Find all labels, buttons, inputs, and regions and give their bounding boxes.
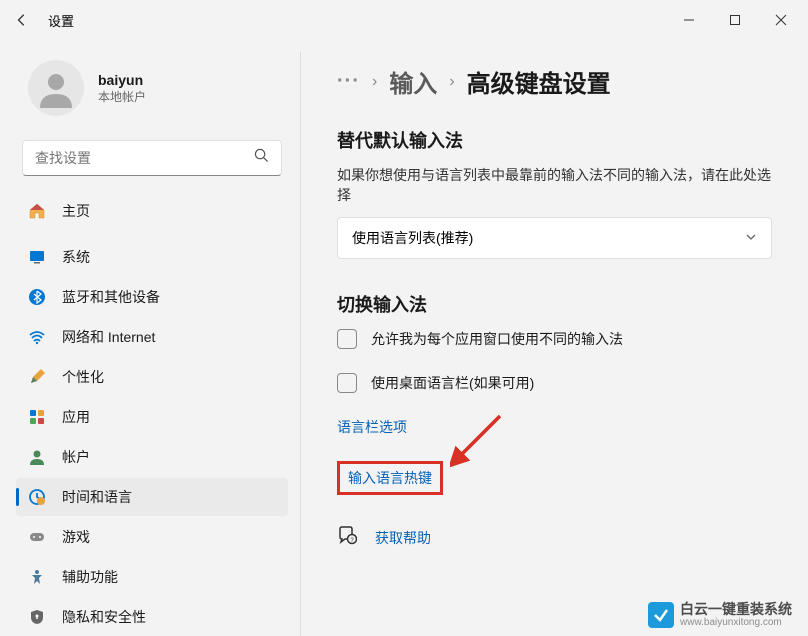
time-lang-icon [28, 488, 46, 506]
nav-label: 个性化 [62, 367, 104, 387]
checkbox[interactable] [337, 329, 357, 349]
default-ime-select[interactable]: 使用语言列表(推荐) [337, 217, 772, 259]
accessibility-icon [28, 568, 46, 586]
bluetooth-icon [28, 288, 46, 306]
nav-personalize[interactable]: 个性化 [16, 358, 288, 396]
avatar [28, 60, 84, 116]
nav-label: 隐私和安全性 [62, 607, 146, 627]
nav-label: 蓝牙和其他设备 [62, 287, 160, 307]
nav-label: 主页 [62, 201, 90, 221]
accounts-icon [28, 448, 46, 466]
home-icon [28, 202, 46, 220]
watermark: 白云一键重装系统 www.baiyunxitong.com [648, 602, 792, 628]
nav-label: 网络和 Internet [62, 327, 155, 347]
chevron-down-icon [745, 230, 757, 246]
nav-label: 游戏 [62, 527, 90, 547]
nav-time-language[interactable]: 时间和语言 [16, 478, 288, 516]
breadcrumb-current: 高级键盘设置 [467, 64, 611, 99]
nav-accessibility[interactable]: 辅助功能 [16, 558, 288, 596]
search-input[interactable] [35, 150, 254, 166]
watermark-title: 白云一键重装系统 [680, 602, 792, 617]
search-box[interactable] [22, 140, 282, 176]
window-controls [666, 4, 804, 36]
chevron-right-icon: › [449, 73, 454, 91]
nav-apps[interactable]: 应用 [16, 398, 288, 436]
nav-privacy[interactable]: 隐私和安全性 [16, 598, 288, 636]
help-row[interactable]: ? 获取帮助 [337, 525, 772, 550]
nav-label: 时间和语言 [62, 487, 132, 507]
link-label: 输入语言热键 [348, 468, 432, 488]
system-icon [28, 248, 46, 266]
user-name: baiyun [98, 72, 146, 88]
personalize-icon [28, 368, 46, 386]
watermark-icon [648, 602, 674, 628]
watermark-url: www.baiyunxitong.com [680, 617, 792, 628]
app-title: 设置 [48, 11, 74, 30]
privacy-icon [28, 608, 46, 626]
gaming-icon [28, 528, 46, 546]
nav-list: 主页 系统 蓝牙和其他设备 网络和 Internet 个性化 应用 [16, 192, 288, 636]
language-bar-options-link[interactable]: 语言栏选项 [337, 417, 772, 437]
nav-gaming[interactable]: 游戏 [16, 518, 288, 556]
select-value: 使用语言列表(推荐) [352, 228, 473, 248]
network-icon [28, 328, 46, 346]
nav-home[interactable]: 主页 [16, 192, 288, 230]
close-button[interactable] [758, 4, 804, 36]
user-sub: 本地帐户 [98, 88, 146, 105]
breadcrumb: ··· › 输入 › 高级键盘设置 [337, 64, 772, 99]
nav-bluetooth[interactable]: 蓝牙和其他设备 [16, 278, 288, 316]
help-link-label: 获取帮助 [375, 528, 431, 548]
nav-label: 系统 [62, 247, 90, 267]
user-section[interactable]: baiyun 本地帐户 [16, 40, 288, 140]
breadcrumb-overflow[interactable]: ··· [337, 70, 360, 93]
override-desc: 如果你想使用与语言列表中最靠前的输入法不同的输入法，请在此处选择 [337, 165, 772, 205]
check-desktop-langbar[interactable]: 使用桌面语言栏(如果可用) [337, 373, 772, 393]
minimize-button[interactable] [666, 4, 712, 36]
sidebar: baiyun 本地帐户 主页 系统 蓝牙和其他设备 网 [0, 40, 300, 636]
switch-title: 切换输入法 [337, 291, 772, 317]
help-icon: ? [337, 525, 357, 550]
maximize-button[interactable] [712, 4, 758, 36]
nav-label: 应用 [62, 407, 90, 427]
nav-label: 辅助功能 [62, 567, 118, 587]
check-label: 允许我为每个应用窗口使用不同的输入法 [371, 329, 623, 349]
input-language-hotkey-link[interactable]: 输入语言热键 [337, 461, 443, 495]
search-icon [254, 148, 269, 168]
back-button[interactable] [4, 2, 40, 38]
titlebar: 设置 [0, 0, 808, 40]
checkbox[interactable] [337, 373, 357, 393]
nav-network[interactable]: 网络和 Internet [16, 318, 288, 356]
breadcrumb-prev[interactable]: 输入 [389, 64, 437, 99]
nav-system[interactable]: 系统 [16, 238, 288, 276]
check-per-app[interactable]: 允许我为每个应用窗口使用不同的输入法 [337, 329, 772, 349]
check-label: 使用桌面语言栏(如果可用) [371, 373, 534, 393]
content-area: ··· › 输入 › 高级键盘设置 替代默认输入法 如果你想使用与语言列表中最靠… [301, 40, 808, 636]
nav-accounts[interactable]: 帐户 [16, 438, 288, 476]
override-title: 替代默认输入法 [337, 127, 772, 153]
nav-label: 帐户 [62, 447, 90, 467]
chevron-right-icon: › [372, 73, 377, 91]
apps-icon [28, 408, 46, 426]
